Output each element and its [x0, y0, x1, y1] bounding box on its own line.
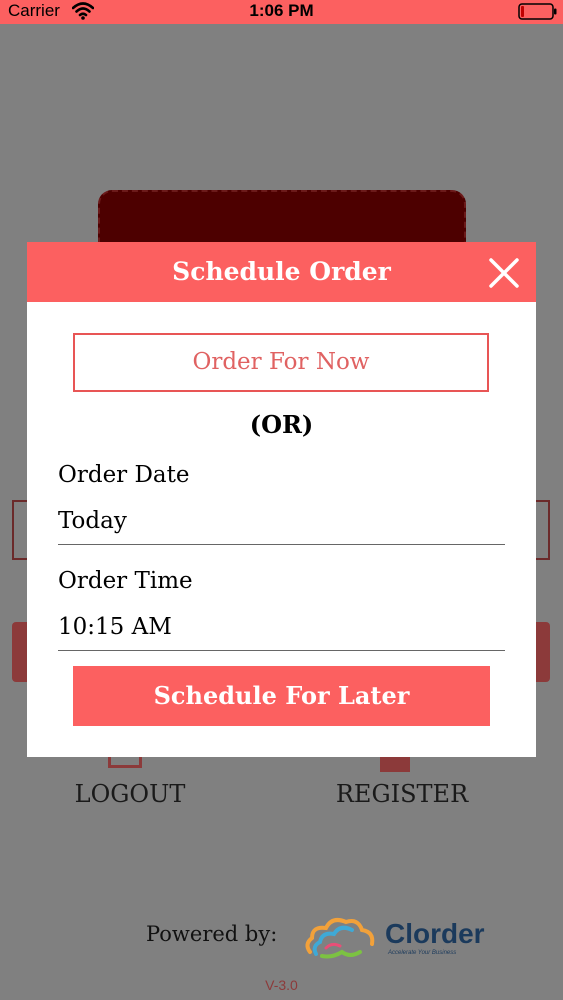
background-button-edge	[12, 622, 28, 682]
powered-by-label: Powered by:	[146, 922, 278, 946]
schedule-for-later-button[interactable]: Schedule For Later	[73, 666, 490, 726]
clorder-logo-icon	[305, 918, 375, 959]
register-button[interactable]: REGISTER	[322, 780, 482, 808]
clorder-logo-tagline: Accelerate Your Business	[388, 950, 457, 956]
status-bar: Carrier 1:06 PM	[0, 0, 563, 24]
battery-icon	[518, 3, 557, 20]
order-date-underline	[58, 544, 505, 545]
background-input-edge	[534, 500, 550, 560]
modal-title: Schedule Order	[172, 257, 391, 286]
order-date-field[interactable]: Today	[58, 508, 127, 534]
order-time-field[interactable]: 10:15 AM	[58, 614, 172, 640]
background-input-edge	[12, 500, 28, 560]
version-label: V-3.0	[265, 977, 298, 993]
order-time-underline	[58, 650, 505, 651]
logout-button[interactable]: LOGOUT	[55, 780, 205, 808]
background-button-edge	[534, 622, 550, 682]
or-separator: (OR)	[249, 410, 314, 439]
close-icon	[489, 258, 519, 288]
clorder-logo-text: Clorder	[385, 918, 485, 949]
status-time: 1:06 PM	[249, 1, 314, 20]
close-button[interactable]	[487, 256, 521, 290]
modal-header: Schedule Order	[27, 242, 536, 302]
schedule-order-modal: Schedule Order Order For Now (OR) Order …	[27, 242, 536, 757]
order-for-now-button[interactable]: Order For Now	[73, 333, 489, 392]
order-date-label: Order Date	[58, 462, 190, 488]
order-time-label: Order Time	[58, 568, 193, 594]
